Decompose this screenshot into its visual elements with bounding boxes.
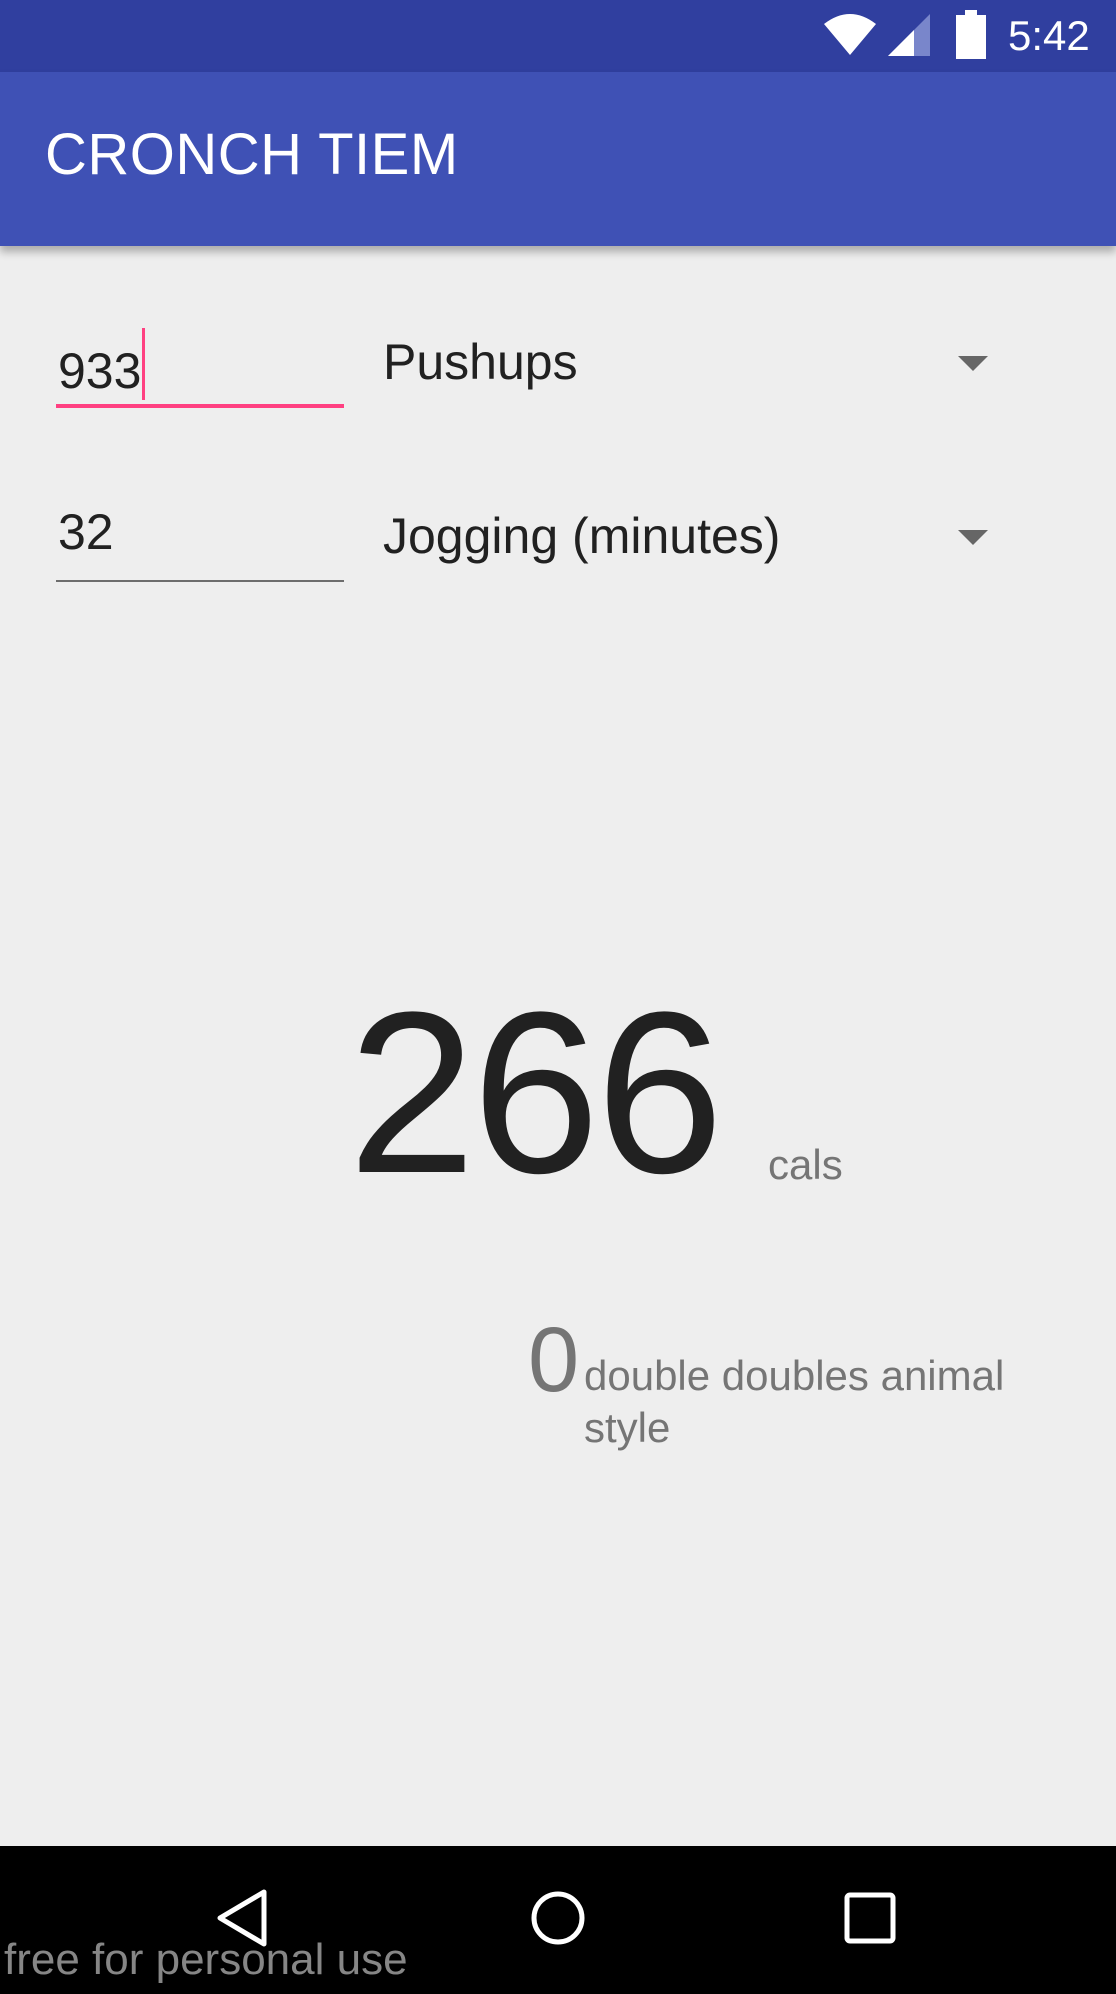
activity-spinner-1[interactable]: Pushups: [380, 332, 1000, 402]
status-time: 5:42: [1008, 12, 1090, 59]
app-title: CRONCH TIEM: [45, 122, 459, 187]
calories-value: 266: [348, 964, 724, 1221]
exercise-row-2: 32 Jogging (minutes): [0, 492, 1116, 602]
status-bar: 5:42: [0, 0, 1116, 72]
dropdown-arrow-icon: [958, 356, 988, 371]
quantity-value-2: 32: [58, 504, 114, 560]
quantity-input-2[interactable]: 32: [56, 502, 344, 582]
equivalent-label: double doubles animal style: [584, 1352, 1005, 1451]
dropdown-arrow-icon: [958, 530, 988, 545]
quantity-input-1[interactable]: 933: [56, 328, 344, 408]
activity-label-2: Jogging (minutes): [383, 508, 781, 564]
app-screen: 5:42 CRONCH TIEM 933 Pushups 32 Jogging …: [0, 0, 1116, 1994]
battery-icon: [956, 10, 986, 59]
quantity-value-1: 933: [58, 343, 142, 399]
activity-label-1: Pushups: [383, 334, 578, 390]
exercise-row-1: 933 Pushups: [0, 318, 1116, 428]
home-icon[interactable]: [528, 1886, 588, 1950]
watermark-text: free for personal use: [4, 1935, 408, 1984]
equivalent-count: 0: [528, 1309, 580, 1411]
recents-icon[interactable]: [842, 1886, 898, 1950]
text-cursor: [142, 328, 146, 400]
calories-unit: cals: [768, 1141, 843, 1188]
wifi-icon: [824, 14, 876, 55]
app-bar: CRONCH TIEM: [0, 72, 1116, 246]
activity-spinner-2[interactable]: Jogging (minutes): [380, 506, 1000, 576]
cell-signal-icon: [888, 14, 930, 56]
